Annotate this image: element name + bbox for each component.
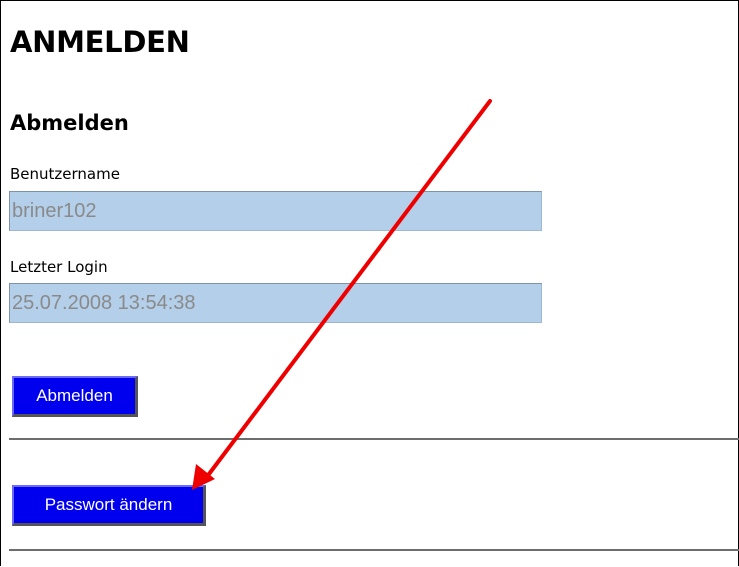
last-login-field[interactable] xyxy=(9,283,542,323)
username-field[interactable] xyxy=(9,191,542,231)
section-title: Abmelden xyxy=(10,111,129,135)
logout-button[interactable]: Abmelden xyxy=(12,376,138,417)
change-password-button[interactable]: Passwort ändern xyxy=(12,485,206,526)
last-login-label: Letzter Login xyxy=(10,258,108,276)
page-title: ANMELDEN xyxy=(10,25,190,59)
username-label: Benutzername xyxy=(10,165,120,183)
divider xyxy=(9,438,739,440)
divider xyxy=(9,549,739,551)
